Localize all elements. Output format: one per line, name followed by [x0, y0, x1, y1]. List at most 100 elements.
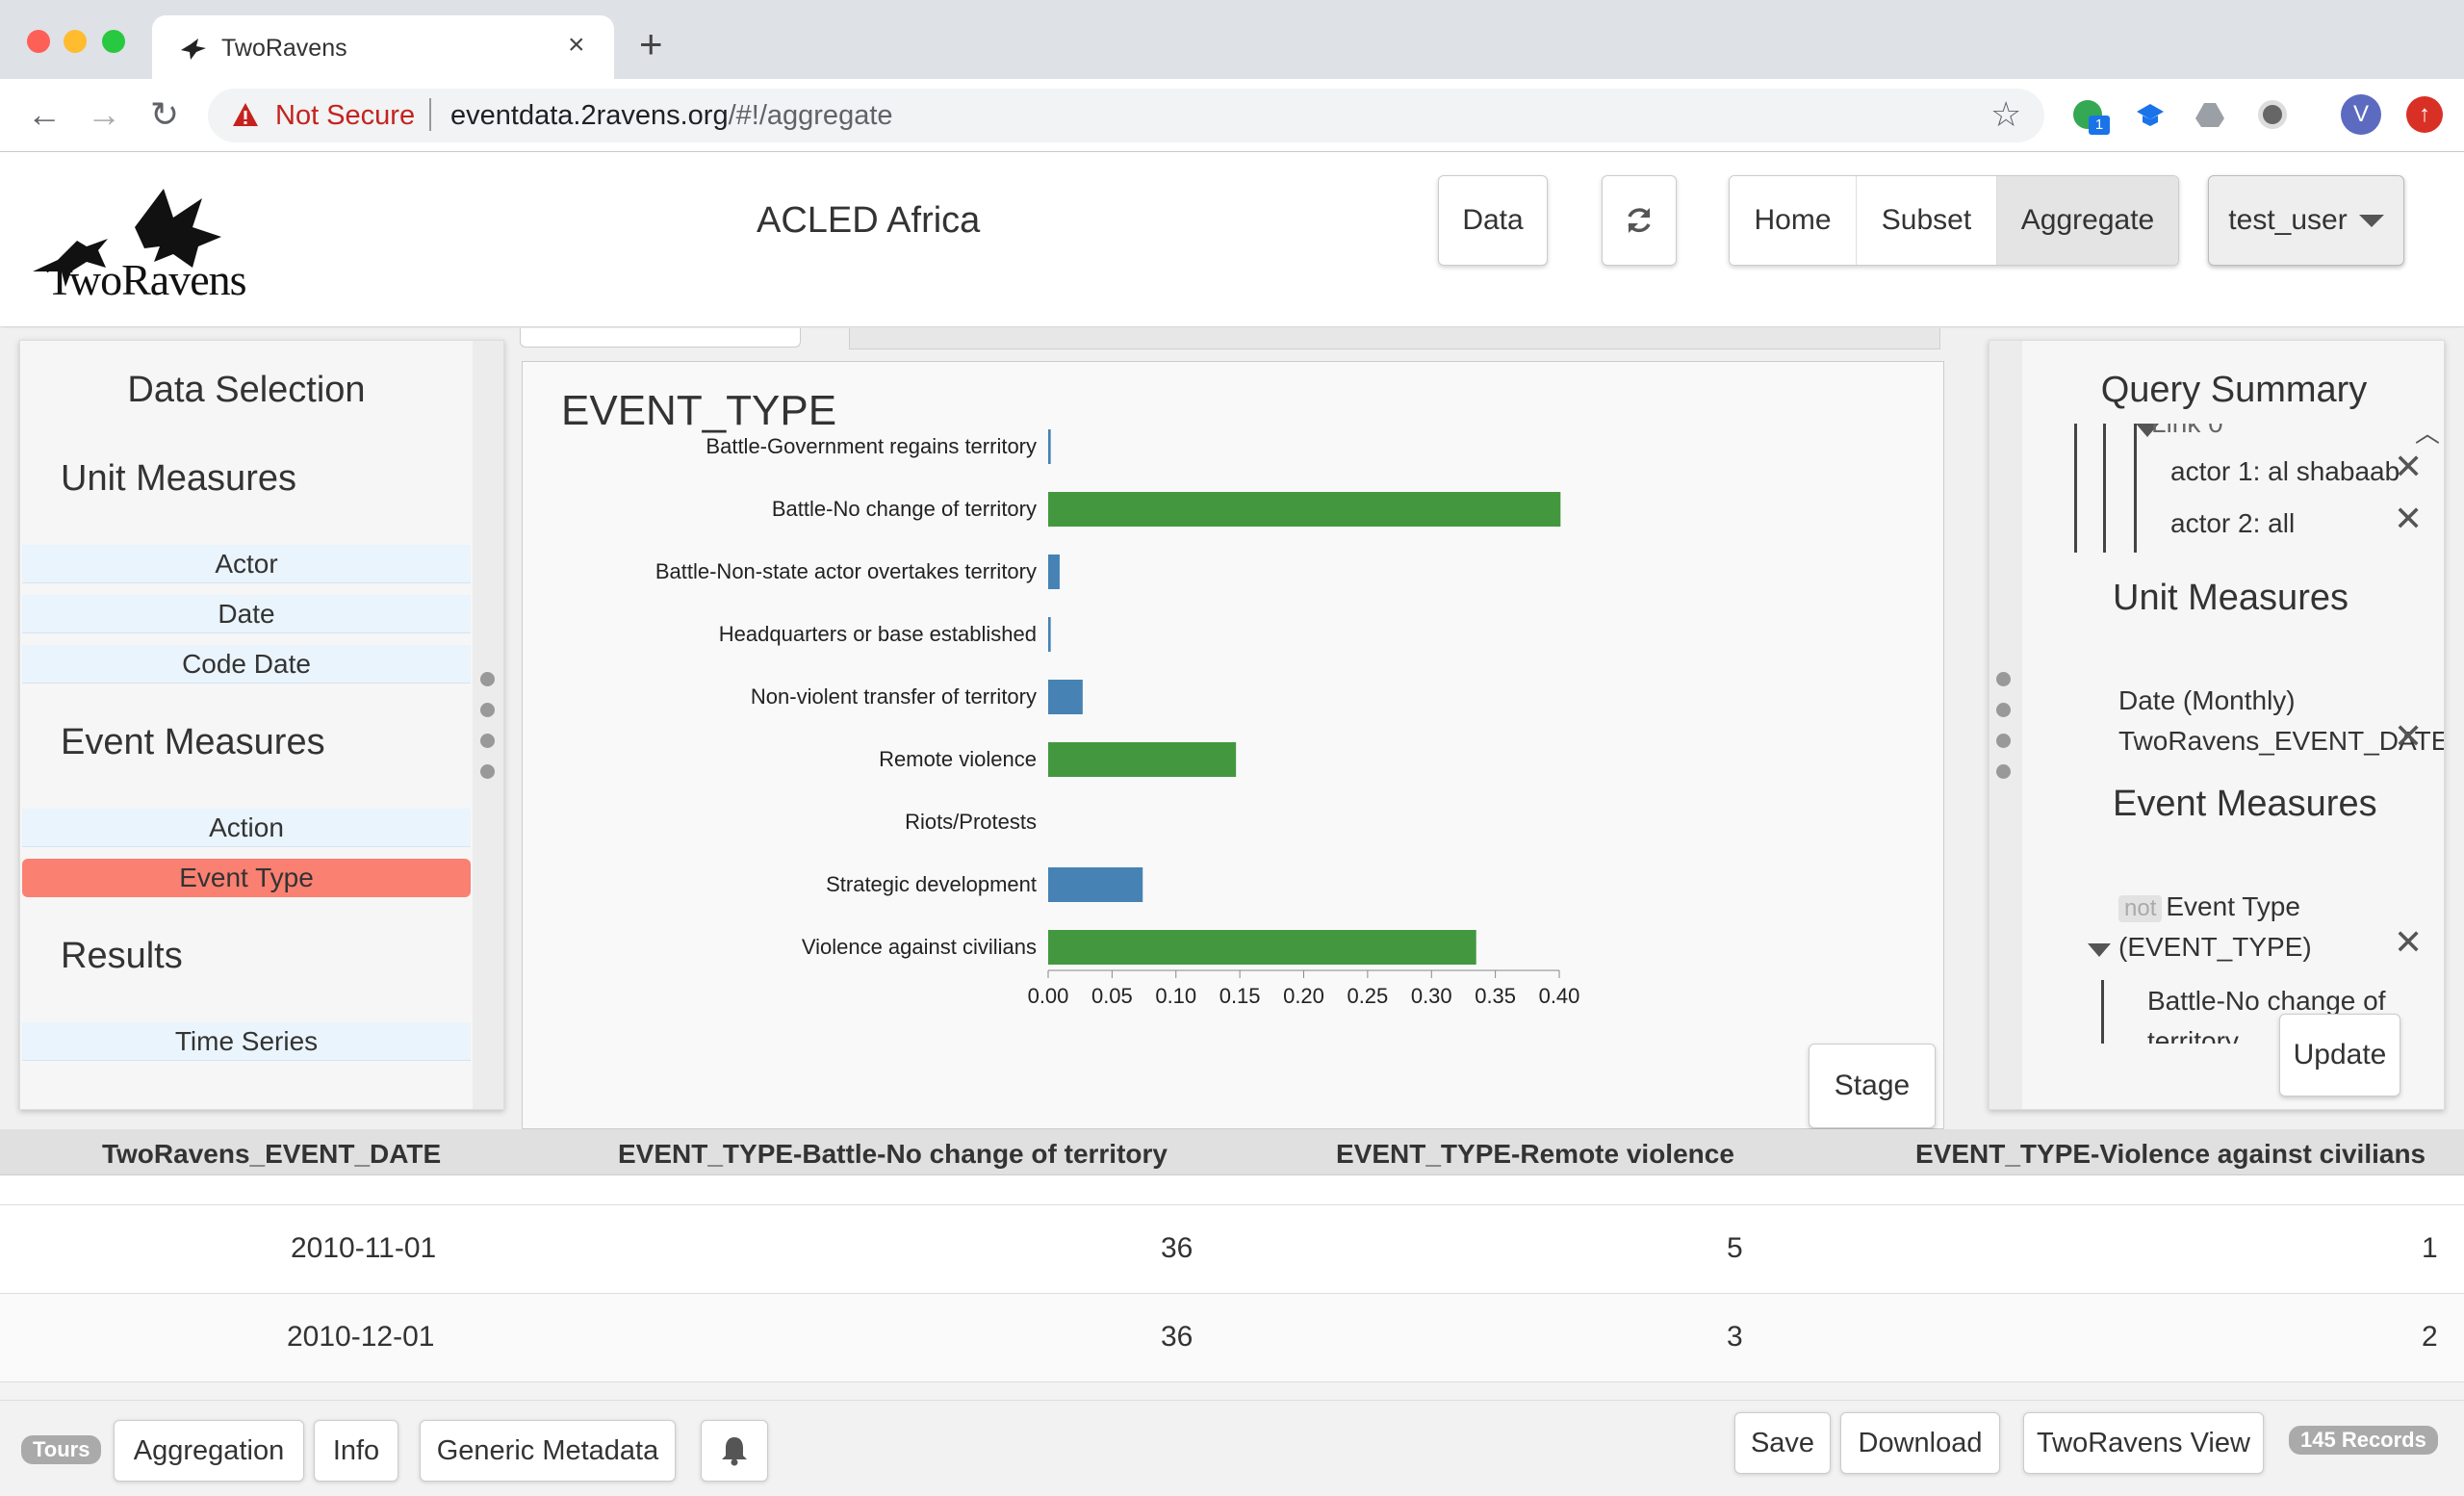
back-icon[interactable]: ←	[27, 94, 62, 135]
tworavens-view-button[interactable]: TwoRavens View	[2023, 1412, 2264, 1474]
column-header[interactable]: EVENT_TYPE-Remote violence	[1336, 1139, 1734, 1170]
remove-event-icon[interactable]: ✕	[2394, 922, 2423, 963]
chart-tab-stub[interactable]	[520, 328, 801, 348]
stage-button[interactable]: Stage	[1809, 1044, 1936, 1128]
update-button[interactable]: Update	[2279, 1014, 2400, 1096]
event-item-action[interactable]: Action	[22, 809, 471, 847]
graduation-cap-icon[interactable]	[2135, 100, 2166, 129]
window-minimize-light[interactable]	[64, 30, 87, 53]
remove-actor2-icon[interactable]: ✕	[2394, 499, 2423, 539]
summary-unit-heading: Unit Measures	[2113, 578, 2348, 618]
profile-avatar[interactable]: V	[2341, 94, 2381, 135]
tree-line	[2101, 980, 2104, 1044]
table-cell: 2010-11-01	[291, 1232, 437, 1264]
handle-dot	[1996, 734, 2011, 748]
table-row[interactable]: 2010-11-01 36 5 1	[0, 1205, 2464, 1294]
x-tick-label: 0.25	[1347, 984, 1388, 1008]
url-host: eventdata.2ravens.org	[450, 100, 729, 131]
chart-top-scrollbar[interactable]	[849, 328, 1940, 349]
bar[interactable]	[1048, 492, 1561, 527]
url-text[interactable]: eventdata.2ravens.org/#!/aggregate	[450, 100, 893, 132]
nav-home-button[interactable]: Home	[1730, 176, 1857, 265]
user-menu-button[interactable]: test_user	[2208, 175, 2404, 266]
handle-dot	[1996, 672, 2011, 686]
bar[interactable]	[1048, 680, 1083, 714]
aggregation-button[interactable]: Aggregation	[114, 1420, 304, 1482]
event-item-event-type[interactable]: Event Type	[22, 859, 471, 897]
left-panel-resize-handle[interactable]	[473, 341, 503, 1109]
bar-category-label: Battle-Non-state actor overtakes territo…	[655, 559, 1037, 583]
generic-metadata-button[interactable]: Generic Metadata	[420, 1420, 676, 1482]
raven-favicon-icon	[181, 39, 206, 60]
data-selection-panel: Data Selection Unit Measures Actor Date …	[19, 340, 504, 1110]
bar[interactable]	[1048, 930, 1476, 965]
browser-update-icon[interactable]: ↑	[2406, 96, 2443, 133]
table-cell: 36	[1161, 1232, 1194, 1264]
bar-category-label: Headquarters or base established	[719, 622, 1037, 646]
drive-icon[interactable]	[2194, 100, 2225, 129]
bar[interactable]	[1048, 617, 1051, 652]
query-summary-scroll[interactable]: Link 0 actor 1: al shabaab ✕ actor 2: al…	[2022, 424, 2444, 1044]
bar[interactable]	[1048, 429, 1051, 464]
tours-badge[interactable]: Tours	[21, 1435, 102, 1464]
unit-item-date[interactable]: Date	[22, 595, 471, 633]
refresh-button[interactable]	[1602, 175, 1677, 266]
handle-dot	[1996, 703, 2011, 717]
bookmark-star-icon[interactable]: ☆	[1990, 94, 2021, 135]
bar[interactable]	[1048, 555, 1060, 589]
download-button[interactable]: Download	[1840, 1412, 2000, 1474]
unit-item-code-date[interactable]: Code Date	[22, 645, 471, 684]
bar[interactable]	[1048, 867, 1143, 902]
window-zoom-light[interactable]	[102, 30, 125, 53]
right-panel-resize-handle[interactable]	[1989, 341, 2022, 1109]
table-row[interactable]: 2010-12-01 36 3 2	[0, 1294, 2464, 1382]
not-toggle-badge[interactable]: not	[2118, 895, 2163, 922]
results-item-time-series[interactable]: Time Series	[22, 1022, 471, 1061]
save-button[interactable]: Save	[1734, 1412, 1831, 1474]
summary-unit-line1: Date (Monthly)	[2118, 685, 2296, 715]
scroll-up-icon[interactable]: ︿	[2415, 414, 2440, 450]
table-cell: 36	[1161, 1321, 1194, 1353]
caret-down-icon	[2358, 214, 2384, 227]
info-button[interactable]: Info	[314, 1420, 398, 1482]
remove-actor1-icon[interactable]: ✕	[2394, 447, 2423, 487]
nav-aggregate-button[interactable]: Aggregate	[1997, 176, 2178, 265]
browser-tab-bar: TwoRavens × +	[0, 0, 2464, 81]
reload-icon[interactable]: ↻	[150, 94, 179, 135]
table-cell: 1	[2422, 1232, 2438, 1264]
nav-subset-button[interactable]: Subset	[1857, 176, 1997, 265]
extension-circle-icon[interactable]	[2258, 100, 2287, 129]
bar-category-label: Non-violent transfer of territory	[751, 684, 1037, 709]
data-button[interactable]: Data	[1438, 175, 1548, 266]
omnibox[interactable]: Not Secure eventdata.2ravens.org/#!/aggr…	[208, 89, 2044, 142]
remove-unit-icon[interactable]: ✕	[2394, 716, 2423, 757]
extension-green-icon[interactable]: 1	[2073, 100, 2110, 135]
collapse-triangle-icon[interactable]	[2088, 943, 2111, 957]
table-bottom-edge	[0, 1382, 2464, 1400]
bar-category-label: Battle-No change of territory	[772, 497, 1037, 521]
new-tab-icon[interactable]: +	[639, 21, 663, 67]
chart-panel: EVENT_TYPE Battle-Government regains ter…	[522, 361, 1944, 1129]
tab-close-icon[interactable]: ×	[568, 29, 585, 62]
forward-icon[interactable]: →	[87, 94, 121, 135]
event-measures-heading: Event Measures	[61, 722, 325, 762]
column-header[interactable]: EVENT_TYPE-Battle-No change of territory	[618, 1139, 1168, 1170]
table-cell: 2010-12-01	[287, 1321, 435, 1353]
notifications-button[interactable]	[701, 1420, 768, 1482]
logo-text: TwoRavens	[46, 255, 247, 304]
bar-category-label: Strategic development	[826, 872, 1037, 896]
bar[interactable]	[1048, 742, 1237, 777]
unit-item-actor[interactable]: Actor	[22, 545, 471, 583]
extension-badge: 1	[2089, 116, 2110, 135]
link-label: Link 0	[2151, 424, 2223, 439]
bar-category-label: Riots/Protests	[905, 810, 1037, 834]
summary-event-type: Event Type	[2166, 891, 2300, 921]
table-cell: 3	[1727, 1321, 1743, 1353]
actor1-filter: actor 1: al shabaab	[2170, 456, 2400, 486]
table-cell: 5	[1727, 1232, 1743, 1264]
window-close-light[interactable]	[27, 30, 50, 53]
actor2-filter: actor 2: all	[2170, 508, 2296, 538]
column-header[interactable]: EVENT_TYPE-Violence against civilians	[1915, 1139, 2426, 1170]
column-header[interactable]: TwoRavens_EVENT_DATE	[102, 1139, 441, 1170]
browser-tab[interactable]: TwoRavens ×	[152, 15, 614, 81]
